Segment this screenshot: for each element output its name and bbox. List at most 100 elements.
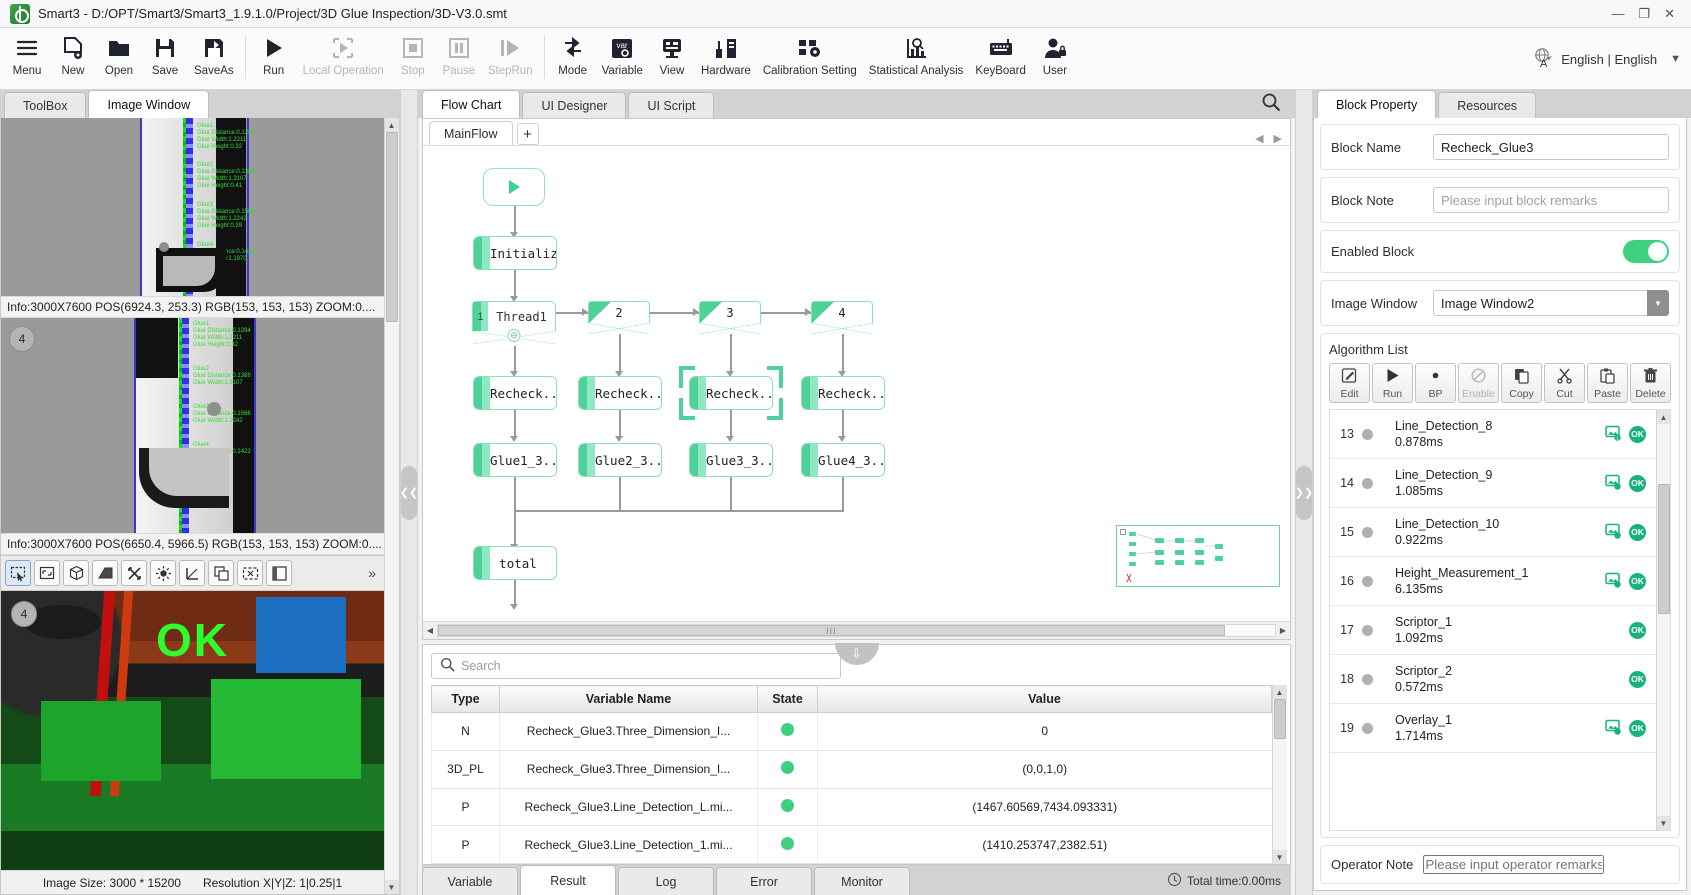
toolbar-view-button[interactable]: View <box>649 31 695 87</box>
toolbar-mode-button[interactable]: Mode <box>550 31 596 87</box>
point-cloud-view[interactable]: 4 OK <box>1 591 384 870</box>
table-row[interactable]: 3D_PL Recheck_Glue3.Three_Dimension_I...… <box>432 750 1272 788</box>
tab-log[interactable]: Log <box>618 867 714 895</box>
flow-minimap[interactable] <box>1116 525 1280 587</box>
search-icon[interactable] <box>1261 92 1295 118</box>
flow-nav-prev-icon[interactable]: ◀ <box>1255 132 1263 145</box>
toolbar-statistical-analysis-button[interactable]: Statistical Analysis <box>863 31 970 87</box>
scroll-down-icon[interactable]: ▼ <box>385 880 399 894</box>
flow-node-recheck-1[interactable]: Recheck... <box>473 376 557 410</box>
chevron-down-icon[interactable]: ▼ <box>1670 53 1681 65</box>
list-item[interactable]: 16 Height_Measurement_1 6.135ms OK <box>1330 557 1656 606</box>
flow-node-total[interactable]: total <box>473 546 557 580</box>
scroll-right-icon[interactable]: ▶ <box>1276 626 1290 635</box>
flow-node-recheck-2[interactable]: Recheck... <box>578 376 662 410</box>
image-window-2[interactable]: 4 Glue1 Glue Distance:0.1294 Glue Width: <box>1 318 384 533</box>
operator-note-input[interactable] <box>1423 855 1604 874</box>
toolbar-calibration-setting-button[interactable]: Calibration Setting <box>757 31 863 87</box>
toolbar-steprun-button[interactable]: StepRun <box>482 31 539 87</box>
toolbar-run-button[interactable]: Run <box>251 31 297 87</box>
search-input[interactable]: Search <box>431 653 841 679</box>
toolbar-local-operation-button[interactable]: Local Operation <box>297 31 390 87</box>
toolbar-variable-button[interactable]: var Variable <box>596 31 649 87</box>
flow-node-start[interactable] <box>483 168 545 206</box>
algorithm-run-button[interactable]: Run <box>1372 363 1413 403</box>
toolbar-saveas-button[interactable]: SaveAs <box>188 31 240 87</box>
image-output-icon[interactable] <box>1605 523 1622 542</box>
flow-branch-4[interactable]: 4 <box>811 301 873 334</box>
minimize-button[interactable]: — <box>1611 7 1624 20</box>
tab-toolbox[interactable]: ToolBox <box>4 92 86 118</box>
fit-window-icon[interactable] <box>34 560 60 586</box>
tab-ui-script[interactable]: UI Script <box>628 92 714 118</box>
list-item[interactable]: 13 Line_Detection_8 0.878ms 1 OK <box>1330 410 1656 459</box>
layers-icon[interactable] <box>266 560 292 586</box>
list-item[interactable]: 17 Scriptor_1 1.092ms OK <box>1330 606 1656 655</box>
toolbar-user-button[interactable]: User <box>1032 31 1078 87</box>
scroll-down-icon[interactable]: ▼ <box>1273 850 1287 864</box>
scroll-track[interactable] <box>1657 424 1671 816</box>
algorithm-cut-button[interactable]: Cut <box>1544 363 1585 403</box>
image-output-icon[interactable] <box>1605 474 1622 493</box>
tab-monitor[interactable]: Monitor <box>814 867 910 895</box>
close-button[interactable]: ✕ <box>1664 7 1675 20</box>
table-row[interactable]: P Recheck_Glue3.Line_Detection_L.mi... (… <box>432 788 1272 826</box>
scroll-track[interactable] <box>1273 699 1287 850</box>
tab-error[interactable]: Error <box>716 867 812 895</box>
cube-3d-icon[interactable] <box>63 560 89 586</box>
left-collapse-handle[interactable]: ❮❮ <box>400 90 418 895</box>
algorithm-items-list[interactable]: 13 Line_Detection_8 0.878ms 1 OK <box>1329 409 1671 831</box>
right-collapse-handle[interactable]: ❯❯ <box>1295 90 1313 895</box>
left-panel-scrollbar[interactable]: ▲ ▼ <box>384 118 398 894</box>
tab-block-property[interactable]: Block Property <box>1317 90 1436 118</box>
column-header-value[interactable]: Value <box>818 686 1272 713</box>
image-window-1[interactable]: Glue1 Glue Distance:0.1294 Glue Width:1.… <box>1 118 384 296</box>
toolbar-save-button[interactable]: Save <box>142 31 188 87</box>
add-flow-tab-button[interactable]: + <box>517 123 539 145</box>
algorithm-enable-button[interactable]: Enable <box>1458 363 1499 403</box>
flow-node-glue-3[interactable]: Glue3_3... <box>689 443 773 477</box>
algorithm-delete-button[interactable]: Delete <box>1630 363 1671 403</box>
image-output-icon[interactable] <box>1605 719 1622 738</box>
image-output-icon[interactable] <box>1605 572 1622 591</box>
algorithm-list-scrollbar[interactable]: ▲ ▼ <box>1656 410 1670 830</box>
toolbar-keyboard-button[interactable]: KeyBoard <box>969 31 1032 87</box>
measure-angle-icon[interactable] <box>179 560 205 586</box>
toolbar-new-button[interactable]: New <box>50 31 96 87</box>
flow-node-recheck-4[interactable]: Recheck... <box>801 376 885 410</box>
flow-tab-mainflow[interactable]: MainFlow <box>429 121 513 145</box>
table-row[interactable]: N Recheck_Glue3.Three_Dimension_I... 0 <box>432 713 1272 751</box>
tab-ui-designer[interactable]: UI Designer <box>522 92 626 118</box>
tab-variable[interactable]: Variable <box>422 867 518 895</box>
flow-branch-3[interactable]: 3 <box>699 301 761 334</box>
flow-nav-next-icon[interactable]: ▶ <box>1274 132 1282 145</box>
list-item[interactable]: 18 Scriptor_2 0.572ms OK <box>1330 655 1656 704</box>
flow-horizontal-scrollbar[interactable]: ◀ III ▶ <box>423 621 1290 639</box>
toolbar-pause-button[interactable]: Pause <box>436 31 482 87</box>
scroll-track-horizontal[interactable]: III <box>437 624 1276 637</box>
flow-canvas[interactable]: Initialize 1 Thread1 ⊖ <box>423 145 1290 621</box>
enabled-block-toggle[interactable] <box>1623 240 1669 263</box>
list-item[interactable]: 15 Line_Detection_10 0.922ms OK <box>1330 508 1656 557</box>
tab-flow-chart[interactable]: Flow Chart <box>422 90 520 118</box>
chevron-down-icon[interactable]: ▼ <box>1647 290 1669 316</box>
block-note-input[interactable] <box>1433 187 1669 213</box>
algorithm-copy-button[interactable]: Copy <box>1501 363 1542 403</box>
select-rect-icon[interactable] <box>5 560 31 586</box>
column-header-type[interactable]: Type <box>432 686 500 713</box>
tab-resources[interactable]: Resources <box>1438 92 1536 118</box>
column-header-variable-name[interactable]: Variable Name <box>500 686 758 713</box>
tab-result[interactable]: Result <box>520 865 616 895</box>
scroll-up-icon[interactable]: ▲ <box>385 118 399 132</box>
block-name-input[interactable] <box>1433 134 1669 160</box>
flow-node-initialize[interactable]: Initialize <box>473 236 557 270</box>
flow-node-recheck-3[interactable]: Recheck... <box>689 376 773 410</box>
list-item[interactable]: 19 Overlay_1 1.714ms OK <box>1330 704 1656 753</box>
algorithm-bp-button[interactable]: BP <box>1415 363 1456 403</box>
flow-node-glue-2[interactable]: Glue2_3... <box>578 443 662 477</box>
image-toolbar-more-button[interactable]: » <box>368 565 380 581</box>
language-selector[interactable]: A English | English ▼ <box>1532 39 1687 79</box>
algorithm-edit-button[interactable]: Edit <box>1329 363 1370 403</box>
scroll-up-icon[interactable]: ▲ <box>1657 410 1671 424</box>
scroll-left-icon[interactable]: ◀ <box>423 626 437 635</box>
